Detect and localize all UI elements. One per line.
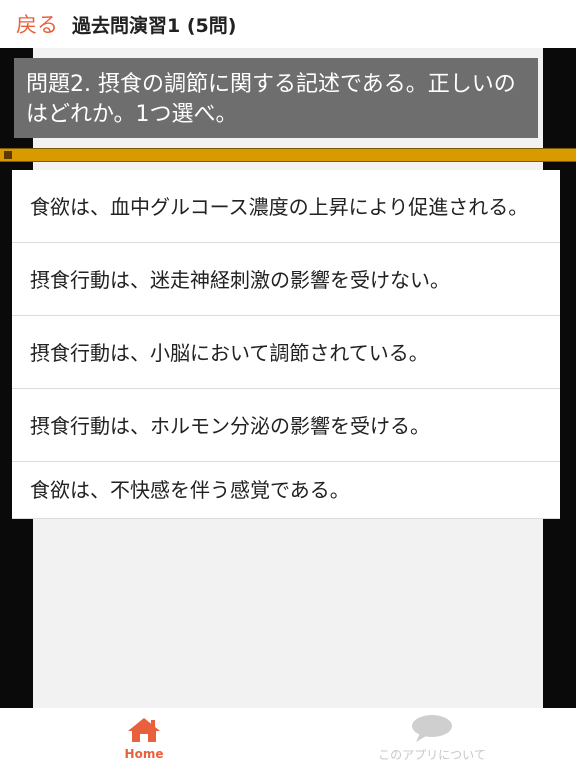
choice-list: 食欲は、血中グルコース濃度の上昇により促進される。 摂食行動は、迷走神経刺激の影…	[12, 170, 560, 519]
back-button[interactable]: 戻る	[16, 9, 58, 39]
nav-home[interactable]: Home	[0, 708, 288, 768]
bottom-navigation: Home このアプリについて	[0, 708, 576, 768]
nav-about-label: このアプリについて	[378, 748, 486, 762]
home-icon	[128, 717, 160, 742]
progress-bar	[0, 148, 576, 162]
choice-option-4[interactable]: 摂食行動は、ホルモン分泌の影響を受ける。	[12, 389, 560, 462]
question-text: 問題2. 摂食の調節に関する記述である。正しいのはどれか。1つ選べ。	[14, 58, 538, 138]
progress-marker	[4, 151, 12, 159]
choice-option-3[interactable]: 摂食行動は、小脳において調節されている。	[12, 316, 560, 389]
nav-about-app[interactable]: このアプリについて	[288, 708, 576, 768]
header-bar: 戻る 過去問演習1 (5問)	[0, 0, 576, 48]
choice-option-2[interactable]: 摂食行動は、迷走神経刺激の影響を受けない。	[12, 243, 560, 316]
speech-bubble-icon	[412, 715, 452, 742]
choice-option-1[interactable]: 食欲は、血中グルコース濃度の上昇により促進される。	[12, 170, 560, 243]
choice-option-5[interactable]: 食欲は、不快感を伴う感覚である。	[12, 462, 560, 519]
page-title: 過去問演習1 (5問)	[72, 14, 237, 37]
nav-home-label: Home	[124, 746, 164, 761]
